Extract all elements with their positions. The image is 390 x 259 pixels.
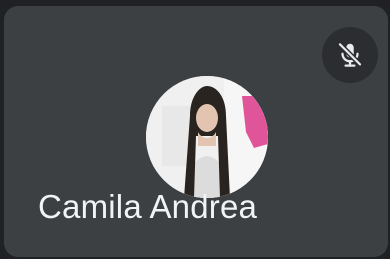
microphone-off-icon (337, 41, 363, 67)
mic-muted-indicator[interactable] (322, 27, 378, 83)
participant-avatar (146, 76, 268, 198)
participant-tile[interactable]: Camila Andrea (4, 6, 388, 257)
profile-photo (146, 76, 268, 198)
participant-name: Camila Andrea (38, 188, 258, 225)
